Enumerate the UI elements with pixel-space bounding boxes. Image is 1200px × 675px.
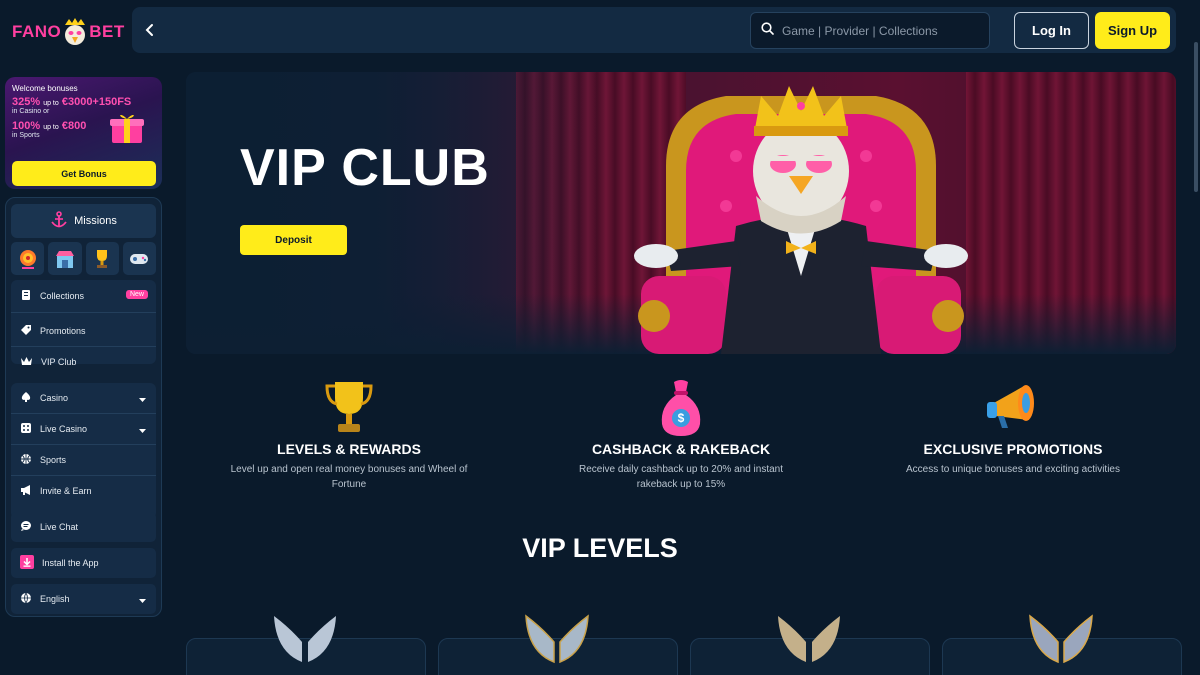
logo-text-right: BET: [89, 22, 125, 41]
money-bag-icon: $: [561, 378, 801, 438]
vip-levels-heading: VIP LEVELS: [0, 533, 1200, 564]
language-selector[interactable]: English: [11, 584, 156, 614]
missions-label: Missions: [74, 215, 117, 227]
welcome-bonus-card: Welcome bonuses 325% up to €3000+150FS i…: [5, 77, 162, 189]
ball-icon: [20, 453, 32, 467]
caret-down-icon[interactable]: [139, 596, 146, 606]
sidebar-item-live-casino[interactable]: Live Casino: [11, 415, 156, 443]
feature-cashback-rakeback: $ CASHBACK & RAKEBACK Receive daily cash…: [561, 378, 801, 492]
tag-icon: [20, 324, 32, 338]
sidebar-item-vip-club[interactable]: VIP Club: [11, 348, 156, 376]
sidebar-item-label: Promotions: [40, 326, 86, 336]
dice-icon: [20, 422, 32, 436]
get-bonus-button[interactable]: Get Bonus: [12, 161, 156, 186]
megaphone-icon: [893, 378, 1133, 438]
shop-icon[interactable]: [48, 242, 82, 275]
divider: [11, 346, 156, 347]
sidebar-item-casino[interactable]: Casino: [11, 384, 156, 412]
sidebar-item-promotions[interactable]: Promotions: [11, 317, 156, 345]
search-box[interactable]: [750, 12, 990, 49]
sidebar-item-label: Collections: [40, 291, 85, 301]
wings-icon: [524, 612, 590, 666]
king-eagle-throne-illustration: [626, 76, 976, 354]
divider: [11, 312, 156, 313]
signup-button[interactable]: Sign Up: [1095, 12, 1170, 49]
sidebar-item-label: Live Casino: [40, 424, 88, 434]
wings-icon: [776, 612, 842, 666]
hero-title: VIP CLUB: [240, 139, 490, 197]
new-badge: New: [125, 290, 148, 299]
chevron-left-icon[interactable]: [136, 15, 164, 45]
feature-title: CASHBACK & RAKEBACK: [591, 441, 771, 457]
gamepad-icon[interactable]: [122, 242, 156, 275]
casino-offer: 325% up to €3000+150FS: [12, 96, 132, 108]
trophy-icon: [229, 378, 469, 438]
missions-button[interactable]: Missions: [11, 204, 156, 238]
divider: [11, 444, 156, 445]
feature-description: Level up and open real money bonuses and…: [230, 464, 468, 490]
bonus-intro: Welcome bonuses: [12, 84, 78, 93]
divider: [11, 475, 156, 476]
eagle-mascot-icon: [62, 17, 88, 47]
logo-text-left: FANO: [12, 22, 62, 41]
megaphone-icon: [20, 484, 32, 498]
caret-down-icon[interactable]: [139, 395, 146, 405]
svg-text:$: $: [678, 411, 685, 425]
sidebar-item-collections[interactable]: Collections New: [11, 282, 156, 310]
sidebar-item-label: VIP Club: [41, 357, 77, 367]
feature-exclusive-promotions: EXCLUSIVE PROMOTIONS Access to unique bo…: [893, 378, 1133, 477]
anchor-icon: [50, 210, 68, 232]
wings-icon: [1028, 612, 1094, 666]
site-logo[interactable]: FANO BET: [12, 12, 125, 52]
feature-description: Access to unique bonuses and exciting ac…: [905, 464, 1120, 475]
crown-icon: [20, 355, 33, 369]
quick-links: [11, 242, 156, 275]
feature-levels-rewards: LEVELS & REWARDS Level up and open real …: [229, 378, 469, 492]
vip-hero-banner: VIP CLUB Deposit: [186, 72, 1176, 354]
gift-icon: [108, 111, 146, 143]
sidebar-item-label: Sports: [40, 455, 67, 465]
wings-icon: [272, 612, 338, 666]
login-button[interactable]: Log In: [1014, 12, 1089, 49]
sidebar-item-sports[interactable]: Sports: [11, 446, 156, 474]
chat-icon: [20, 520, 32, 534]
scrollbar-thumb[interactable]: [1194, 42, 1198, 192]
sidebar-item-invite-earn[interactable]: Invite & Earn: [11, 477, 156, 505]
feature-title: LEVELS & REWARDS: [277, 441, 421, 457]
deposit-button[interactable]: Deposit: [240, 225, 347, 255]
caret-down-icon[interactable]: [139, 426, 146, 436]
feature-description: Receive daily cashback up to 20% and ins…: [578, 464, 783, 490]
search-icon: [761, 21, 774, 40]
collections-icon: [20, 289, 32, 303]
sidebar-item-label: Live Chat: [40, 522, 79, 532]
language-label: English: [40, 594, 70, 604]
search-input[interactable]: [782, 23, 982, 38]
sidebar-item-label: Invite & Earn: [40, 486, 92, 496]
top-bar: Log In Sign Up: [132, 7, 1176, 53]
spade-icon: [20, 391, 32, 405]
globe-icon: [20, 592, 32, 606]
wheel-icon[interactable]: [11, 242, 45, 275]
feature-title: EXCLUSIVE PROMOTIONS: [923, 441, 1103, 457]
sidebar-item-label: Casino: [40, 393, 69, 403]
vip-levels-title: VIP LEVELS: [522, 533, 678, 563]
trophy-icon[interactable]: [85, 242, 119, 275]
divider: [11, 413, 156, 414]
page-scrollbar[interactable]: [1193, 2, 1198, 672]
